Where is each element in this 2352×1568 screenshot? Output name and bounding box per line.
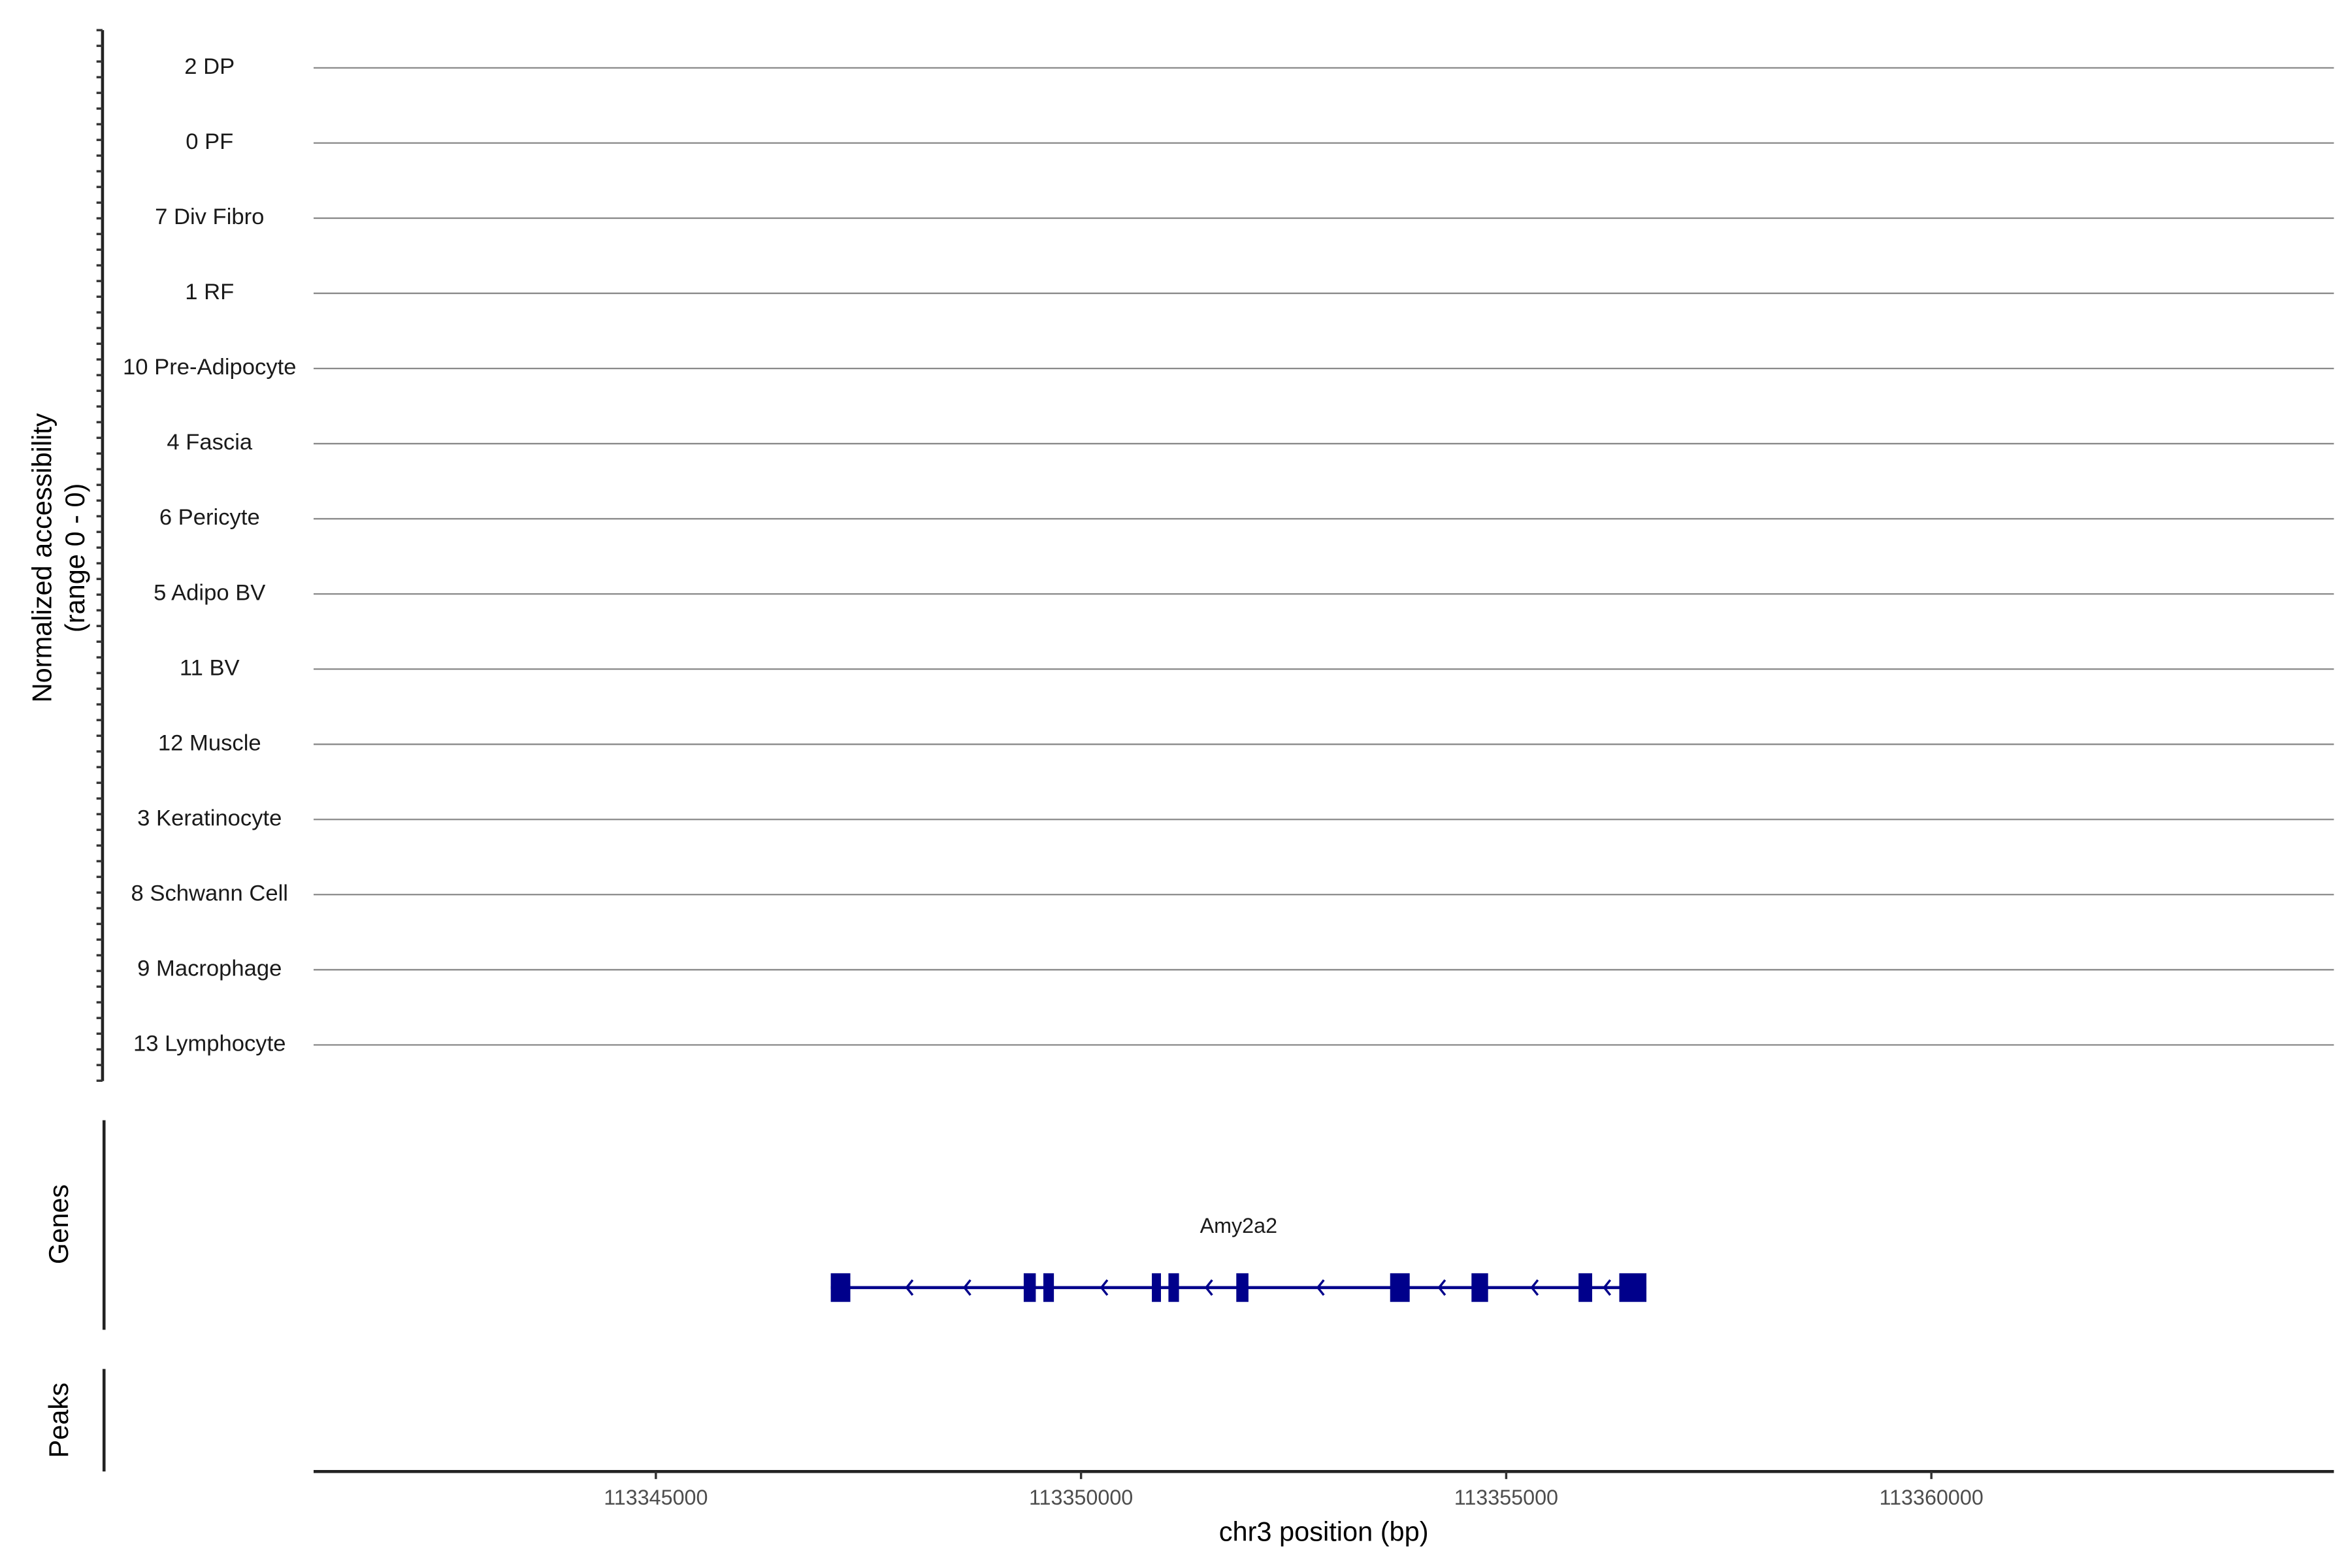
track-label: 1 RF xyxy=(185,280,234,304)
track-label: 0 PF xyxy=(186,129,233,154)
x-tick-label: 113360000 xyxy=(1880,1486,1984,1509)
track-label: 6 Pericyte xyxy=(159,505,260,530)
gene-exon xyxy=(1619,1273,1647,1302)
gene-name-label: Amy2a2 xyxy=(1200,1214,1277,1237)
coverage-tracks: 2 DP 0 PF 7 Div Fibro 1 RF 10 Pre-Adipocyte 4… xyxy=(123,54,2334,1056)
gene-exon xyxy=(1152,1273,1161,1302)
track-label: 13 Lymphocyte xyxy=(133,1031,286,1056)
track-label: 7 Div Fibro xyxy=(155,204,264,229)
peaks-label: Peaks xyxy=(43,1382,74,1458)
x-axis-ticks: 113345000 113350000 113355000 113360000 xyxy=(604,1471,1984,1509)
x-axis-title: chr3 position (bp) xyxy=(1219,1516,1429,1546)
x-tick-label: 113345000 xyxy=(604,1486,708,1509)
track-label: 9 Macrophage xyxy=(137,956,282,981)
track-label: 10 Pre-Adipocyte xyxy=(123,355,297,380)
track-label: 3 Keratinocyte xyxy=(137,806,282,830)
gene-exon xyxy=(1168,1273,1179,1302)
track-label: 4 Fascia xyxy=(167,430,253,455)
track-label: 11 BV xyxy=(180,655,240,680)
coverage-y-label-range: (range 0 - 0) xyxy=(59,483,90,632)
gene-exon xyxy=(1471,1273,1488,1302)
gene-exon xyxy=(830,1273,851,1302)
x-tick-label: 113355000 xyxy=(1454,1486,1558,1509)
gene-exon xyxy=(1390,1273,1410,1302)
coverage-y-label: Normalized accessibility xyxy=(26,413,57,702)
genes-label: Genes xyxy=(43,1184,74,1264)
x-tick-label: 113350000 xyxy=(1029,1486,1133,1509)
track-label: 2 DP xyxy=(184,54,235,79)
track-label: 5 Adipo BV xyxy=(154,580,265,605)
genome-track-plot: Normalized accessibility (range 0 - 0) 2… xyxy=(26,29,2334,1546)
gene-exon xyxy=(1578,1273,1592,1302)
track-label: 12 Muscle xyxy=(158,730,261,755)
gene-exon xyxy=(1023,1273,1036,1302)
track-label: 8 Schwann Cell xyxy=(131,881,288,906)
gene-exon xyxy=(1043,1273,1054,1302)
gene-exon xyxy=(1236,1273,1249,1302)
gene-model xyxy=(830,1273,1647,1302)
